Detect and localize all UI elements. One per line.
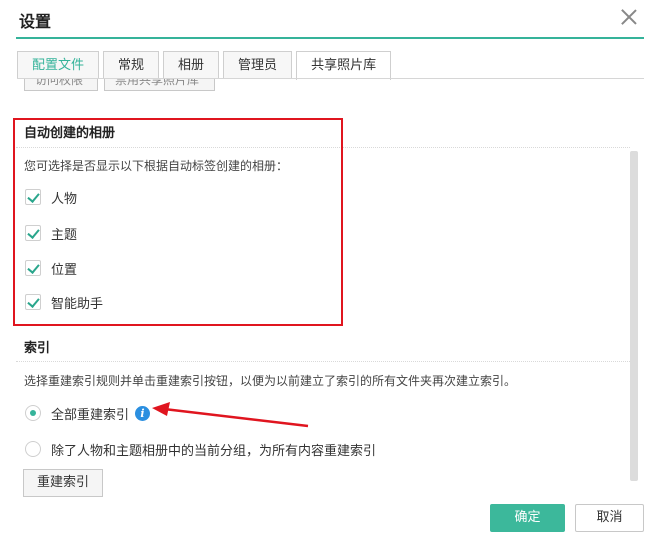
index-description: 选择重建索引规则并单击重建索引按钮，以便为以前建立了索引的所有文件夹再次建立索引… [24, 374, 517, 388]
section-divider [16, 361, 630, 362]
ok-button[interactable]: 确定 [490, 504, 565, 532]
tab-profile[interactable]: 配置文件 [17, 51, 100, 79]
radio-rebuild-except-groups[interactable]: 除了人物和主题相册中的当前分组，为所有内容重建索引 [25, 439, 376, 459]
dialog-title-bar: 设置 [0, 0, 660, 40]
tab-general[interactable]: 常规 [103, 51, 160, 79]
tab-admin[interactable]: 管理员 [223, 51, 293, 79]
title-divider [16, 37, 644, 39]
dialog-title: 设置 [19, 12, 52, 31]
radio-label: 全部重建索引 [51, 407, 130, 423]
radio-unselected-icon[interactable] [25, 441, 41, 457]
rebuild-index-button[interactable]: 重建索引 [23, 469, 104, 497]
red-highlight-box [13, 118, 343, 326]
radio-selected-icon[interactable] [25, 405, 41, 421]
info-icon[interactable]: i [135, 405, 151, 421]
radio-label: 除了人物和主题相册中的当前分组，为所有内容重建索引 [51, 443, 377, 459]
scrollbar[interactable] [630, 151, 638, 481]
index-title: 索引 [24, 341, 51, 356]
access-permission-button[interactable]: 访问权限 [24, 79, 98, 91]
cancel-button[interactable]: 取消 [575, 504, 644, 532]
disable-shared-library-button[interactable]: 禁用共享照片库 [104, 79, 215, 91]
tab-albums[interactable]: 相册 [163, 51, 220, 79]
red-arrow-annotation [152, 402, 309, 428]
tab-shared-photo-library[interactable]: 共享照片库 [296, 51, 392, 80]
close-icon[interactable] [620, 8, 638, 26]
tab-bar: 配置文件 常规 相册 管理员 共享照片库 [17, 51, 392, 80]
radio-rebuild-all[interactable]: 全部重建索引 i [25, 403, 151, 423]
